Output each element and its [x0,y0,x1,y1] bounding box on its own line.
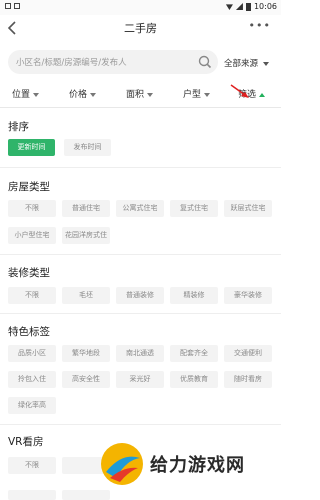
filter-price-label: 价格 [69,90,88,100]
notification-icon [5,3,11,9]
house-type-option[interactable]: 公寓式住宅 [116,200,164,217]
vr-option[interactable]: 不限 [8,457,56,474]
sort-option[interactable]: 发布时间 [64,139,111,156]
watermark-text: 给力游戏网 [150,455,245,476]
caret-down-icon [33,92,40,97]
house-type-option[interactable]: 不限 [8,200,56,217]
filter-layout-label: 户型 [183,90,202,100]
section-title-vr: VR看房 [8,436,44,448]
search-input[interactable]: 小区名/标题/房源编号/发布人 [8,50,218,74]
decoration-option[interactable]: 普通装修 [116,287,164,304]
notification-icons [5,3,20,9]
feature-option[interactable]: 随时看房 [224,371,272,388]
more-menu-button[interactable]: ••• [249,19,271,32]
section-title-features: 特色标签 [8,326,50,338]
notification-icon [14,3,20,9]
decoration-option[interactable]: 精装修 [170,287,218,304]
feature-option[interactable]: 南北通透 [116,345,164,362]
page-title: 二手房 [124,22,157,35]
feature-option[interactable]: 绿化率高 [8,397,56,414]
feature-option[interactable]: 拎包入住 [8,371,56,388]
house-type-option[interactable]: 跃层式住宅 [224,200,272,217]
divider [0,254,281,255]
house-type-option[interactable]: 小户型住宅 [8,227,56,244]
caret-down-icon [147,92,154,97]
search-placeholder: 小区名/标题/房源编号/发布人 [16,58,127,68]
wifi-icon [225,4,233,10]
filter-location[interactable]: 位置 [12,87,40,100]
decoration-option[interactable]: 不限 [8,287,56,304]
caret-down-icon [204,92,211,97]
decoration-option[interactable]: 毛坯 [62,287,110,304]
caret-up-icon [259,92,266,97]
filter-area-label: 面积 [126,90,145,100]
feature-option[interactable]: 采光好 [116,371,164,388]
filter-price[interactable]: 价格 [69,87,97,100]
title-bar: 二手房 ••• [0,15,281,43]
feature-option[interactable]: 优质教育 [170,371,218,388]
filter-location-label: 位置 [12,90,31,100]
source-label: 全部来源 [224,59,259,69]
decoration-option[interactable]: 豪华装修 [224,287,272,304]
feature-option[interactable]: 交通便利 [224,345,272,362]
search-icon[interactable] [197,54,213,70]
feature-option[interactable]: 繁华地段 [62,345,110,362]
section-title-house-type: 房屋类型 [8,181,50,193]
annotation-arrow-icon [230,84,249,98]
house-type-option[interactable]: 普通住宅 [62,200,110,217]
clock: 10:06 [253,2,277,11]
source-dropdown[interactable]: 全部来源 [224,57,269,69]
search-row: 小区名/标题/房源编号/发布人 全部来源 [0,47,281,77]
feature-option[interactable]: 配套齐全 [170,345,218,362]
signal-icon [235,3,243,10]
caret-down-icon [90,92,97,97]
divider [0,313,281,314]
section-title-sort: 排序 [8,121,29,133]
section-title-decoration: 装修类型 [8,267,50,279]
filter-layout[interactable]: 户型 [183,87,211,100]
divider [0,167,281,168]
divider [0,424,281,425]
vr-option-partial[interactable] [8,490,56,500]
house-type-option[interactable]: 复式住宅 [170,200,218,217]
status-bar: 10:06 [0,0,281,15]
system-icons: 10:06 [225,2,277,11]
sort-option[interactable]: 更新时间 [8,139,55,156]
caret-down-icon [262,61,269,66]
logo-mark-icon [101,443,143,485]
watermark-logo: 给力游戏网 [98,440,281,500]
feature-option[interactable]: 品质小区 [8,345,56,362]
feature-option[interactable]: 高安全性 [62,371,110,388]
house-type-option[interactable]: 花园洋房式住 [62,227,110,244]
battery-icon [245,2,251,11]
filter-area[interactable]: 面积 [126,87,154,100]
